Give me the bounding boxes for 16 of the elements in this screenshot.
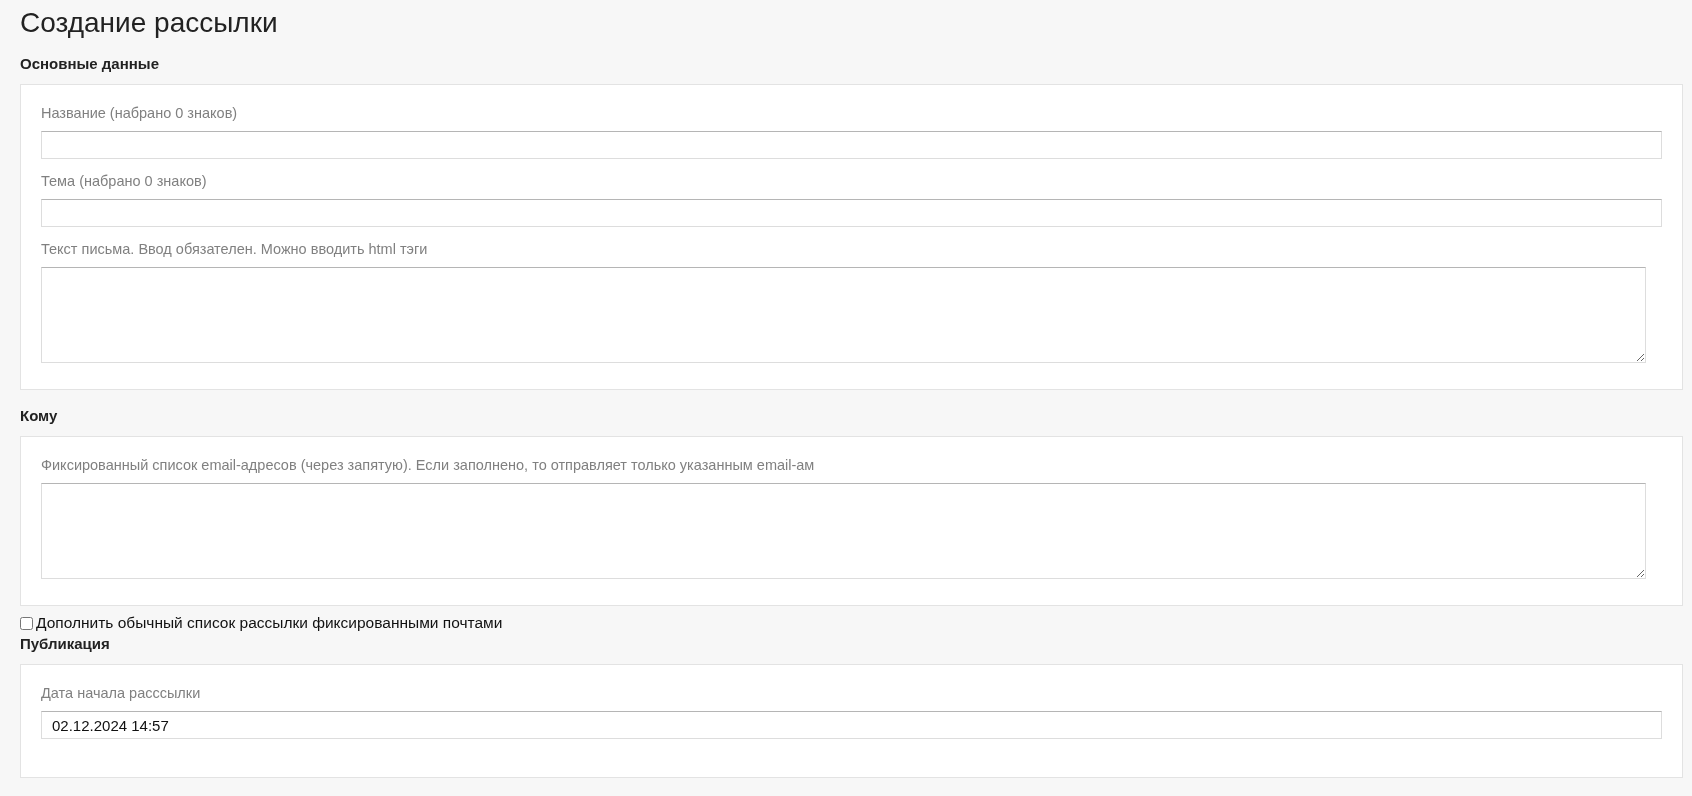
text-area[interactable] bbox=[41, 483, 1646, 579]
section-title: Кому bbox=[20, 406, 59, 426]
text-area[interactable] bbox=[41, 267, 1646, 363]
checkbox[interactable] bbox=[20, 616, 33, 630]
checkbox-label[interactable]: Дополнить обычный список рассылки фиксированными почтами bbox=[36, 614, 503, 632]
input-field[interactable] bbox=[41, 131, 1662, 159]
field-label: Тема (набрано 0 знаков) bbox=[41, 172, 208, 191]
input-field[interactable] bbox=[41, 199, 1662, 227]
field-label: Фиксированный список email-адресов (через запятую). Если заполнено, то отправляет только указанным email-ам bbox=[41, 456, 816, 475]
page-title: Создание рассылки bbox=[20, 6, 279, 40]
field-label: Название (набрано 0 знаков) bbox=[41, 104, 239, 123]
field-label: Дата начала расссылки bbox=[41, 684, 202, 703]
section-title: Публикация bbox=[20, 634, 111, 654]
field-label: Текст письма. Ввод обязателен. Можно вводить html тэги bbox=[41, 240, 429, 259]
input-field[interactable]: 02.12.2024 14:57 bbox=[41, 711, 1662, 739]
section-title: Основные данные bbox=[20, 54, 160, 74]
